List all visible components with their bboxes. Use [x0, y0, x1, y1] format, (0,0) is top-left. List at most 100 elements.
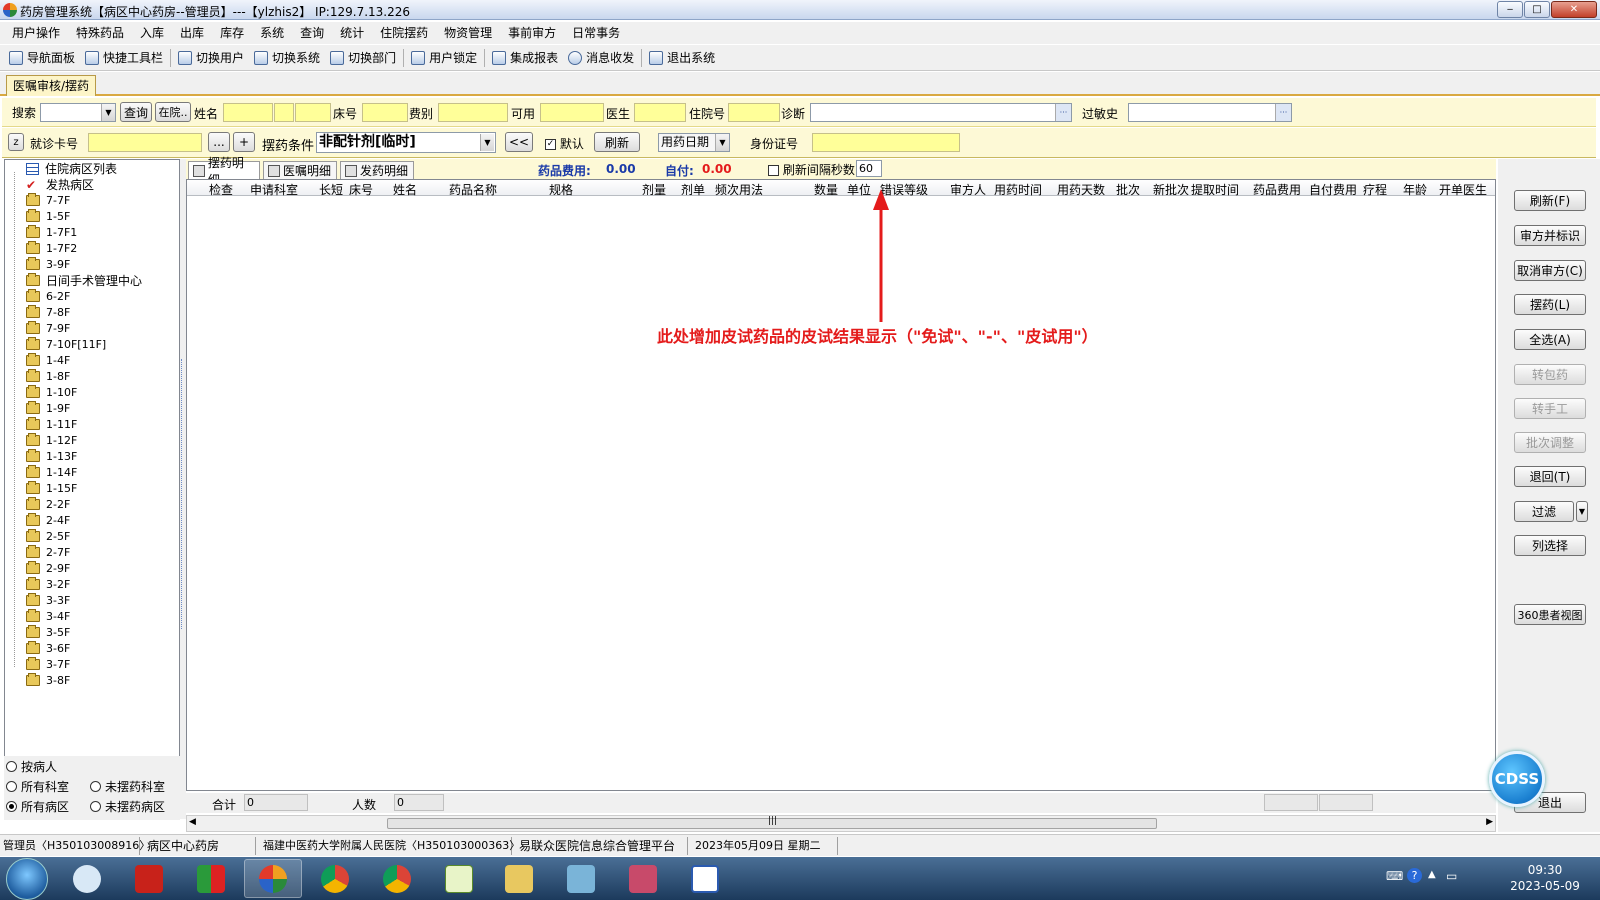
column-header[interactable]: 用药天数: [1057, 181, 1105, 198]
tree-ward-item[interactable]: 7-7F: [26, 193, 70, 208]
taskbar-app-tool[interactable]: [552, 859, 610, 898]
scroll-left-icon[interactable]: ◀: [189, 817, 196, 827]
tab-dispense-detail[interactable]: 摆药明细: [188, 156, 260, 187]
tray-arrow-icon[interactable]: ▲: [1428, 869, 1436, 880]
allergy-input[interactable]: ···: [1128, 103, 1292, 122]
taskbar-app-doctor[interactable]: [58, 859, 116, 898]
column-header[interactable]: 频次用法: [715, 181, 763, 198]
taskbar-app-medical[interactable]: [676, 859, 734, 898]
message-button[interactable]: 消息收发: [563, 46, 639, 70]
card-browse-button[interactable]: ...: [208, 132, 230, 152]
tree-ward-item[interactable]: 1-5F: [26, 209, 70, 224]
menu-inpatient-dispense[interactable]: 住院摆药: [372, 22, 436, 44]
cdss-badge[interactable]: CDSS: [1489, 751, 1545, 807]
in-hospital-button[interactable]: 在院..: [155, 102, 191, 122]
batch-adjust-button[interactable]: 批次调整: [1514, 432, 1586, 453]
menu-materials[interactable]: 物资管理: [436, 22, 500, 44]
taskbar-app-wps[interactable]: [182, 859, 240, 898]
tree-ward-item[interactable]: 1-15F: [26, 481, 77, 496]
switch-user-button[interactable]: 切换用户: [173, 46, 249, 70]
card-no-input[interactable]: [88, 133, 202, 152]
column-header[interactable]: 批次: [1116, 181, 1140, 198]
tree-ward-item[interactable]: 2-5F: [26, 529, 70, 544]
tree-ward-item[interactable]: 2-9F: [26, 561, 70, 576]
dispense-button[interactable]: 摆药(L): [1514, 294, 1586, 315]
clock[interactable]: 09:30 2023-05-09: [1500, 862, 1590, 894]
column-header[interactable]: 剂量: [642, 181, 666, 198]
tab-order-detail[interactable]: 医嘱明细: [263, 161, 337, 179]
undispensed-ward-radio[interactable]: 未摆药病区: [90, 798, 165, 815]
column-header[interactable]: 床号: [349, 181, 373, 198]
menu-system[interactable]: 系统: [252, 22, 292, 44]
menu-statistics[interactable]: 统计: [332, 22, 372, 44]
menu-stock-out[interactable]: 出库: [172, 22, 212, 44]
tree-ward-item[interactable]: 3-8F: [26, 673, 70, 688]
tree-ward-item[interactable]: 7-8F: [26, 305, 70, 320]
column-header[interactable]: 疗程: [1363, 181, 1387, 198]
available-input[interactable]: [540, 103, 604, 122]
column-header[interactable]: 新批次: [1153, 181, 1189, 198]
date-type-select[interactable]: 用药日期 ▼: [658, 133, 730, 152]
tree-ward-item[interactable]: 1-8F: [26, 369, 70, 384]
user-lock-button[interactable]: 用户锁定: [406, 46, 482, 70]
tree-root[interactable]: 住院病区列表: [26, 161, 117, 176]
tree-ward-item[interactable]: 2-7F: [26, 545, 70, 560]
column-header[interactable]: 错误等级: [880, 181, 928, 198]
column-header[interactable]: 药品名称: [449, 181, 497, 198]
bed-input[interactable]: [362, 103, 408, 122]
scroll-right-icon[interactable]: ▶: [1486, 817, 1493, 827]
tree-ward-item[interactable]: 7-9F: [26, 321, 70, 336]
review-mark-button[interactable]: 审方并标识: [1514, 225, 1586, 246]
tree-ward-item[interactable]: 7-10F[11F]: [26, 337, 106, 352]
refresh-interval-checkbox[interactable]: 刷新间隔秒数: [768, 161, 855, 178]
tree-ward-item[interactable]: 3-2F: [26, 577, 70, 592]
column-select-button[interactable]: 列选择: [1514, 535, 1586, 556]
tree-ward-item[interactable]: 3-7F: [26, 657, 70, 672]
close-button[interactable]: ✕: [1551, 1, 1597, 18]
tab-order-review[interactable]: 医嘱审核/摆药: [6, 75, 97, 96]
tree-ward-item[interactable]: 1-13F: [26, 449, 77, 464]
taskbar-app-pharmacy[interactable]: [244, 859, 302, 898]
refresh-interval-input[interactable]: 60: [856, 160, 882, 177]
scrollbar-thumb[interactable]: |||: [387, 816, 1157, 829]
inpatient-no-input[interactable]: [728, 103, 780, 122]
to-manual-button[interactable]: 转手工: [1514, 398, 1586, 419]
column-header[interactable]: 姓名: [393, 181, 417, 198]
tree-ward-item[interactable]: 3-3F: [26, 593, 70, 608]
taskbar-app-chrome[interactable]: [306, 859, 364, 898]
switch-dept-button[interactable]: 切换部门: [325, 46, 401, 70]
tree-ward-item[interactable]: 3-4F: [26, 609, 70, 624]
tree-ward-item[interactable]: 1-7F2: [26, 241, 77, 256]
tree-ward-item[interactable]: 1-14F: [26, 465, 77, 480]
menu-query[interactable]: 查询: [292, 22, 332, 44]
return-button[interactable]: 退回(T): [1514, 466, 1586, 487]
tree-ward-item[interactable]: 3-5F: [26, 625, 70, 640]
action-center-icon[interactable]: ▭: [1446, 869, 1457, 883]
filter-button[interactable]: 过滤: [1514, 501, 1574, 522]
column-header[interactable]: 药品费用: [1253, 181, 1301, 198]
fee-type-input[interactable]: [438, 103, 508, 122]
column-header[interactable]: 年龄: [1403, 181, 1427, 198]
maximize-button[interactable]: □: [1524, 1, 1550, 18]
windows-start-icon[interactable]: [6, 858, 48, 900]
taskbar-app-pdf[interactable]: [120, 859, 178, 898]
menu-daily-affairs[interactable]: 日常事务: [564, 22, 628, 44]
id-card-input[interactable]: [812, 133, 960, 152]
keyboard-icon[interactable]: ⌨: [1386, 869, 1403, 883]
splitter-grip[interactable]: [181, 359, 184, 629]
default-checkbox[interactable]: ✓ 默认: [545, 135, 584, 152]
collapse-button[interactable]: <<: [505, 132, 533, 152]
tree-ward-item[interactable]: 3-9F: [26, 257, 70, 272]
menu-pre-review[interactable]: 事前审方: [500, 22, 564, 44]
column-header[interactable]: 自付费用: [1309, 181, 1357, 198]
tree-ward-item[interactable]: 2-4F: [26, 513, 70, 528]
taskbar-app-database[interactable]: [614, 859, 672, 898]
column-header[interactable]: 数量: [814, 181, 838, 198]
column-header[interactable]: 检查: [209, 181, 233, 198]
tree-ward-item[interactable]: 1-11F: [26, 417, 77, 432]
cancel-review-button[interactable]: 取消审方(C): [1514, 260, 1586, 281]
column-header[interactable]: 提取时间: [1191, 181, 1239, 198]
query-button[interactable]: 查询: [120, 102, 152, 122]
column-header[interactable]: 用药时间: [994, 181, 1042, 198]
ellipsis-icon[interactable]: ···: [1275, 104, 1291, 121]
